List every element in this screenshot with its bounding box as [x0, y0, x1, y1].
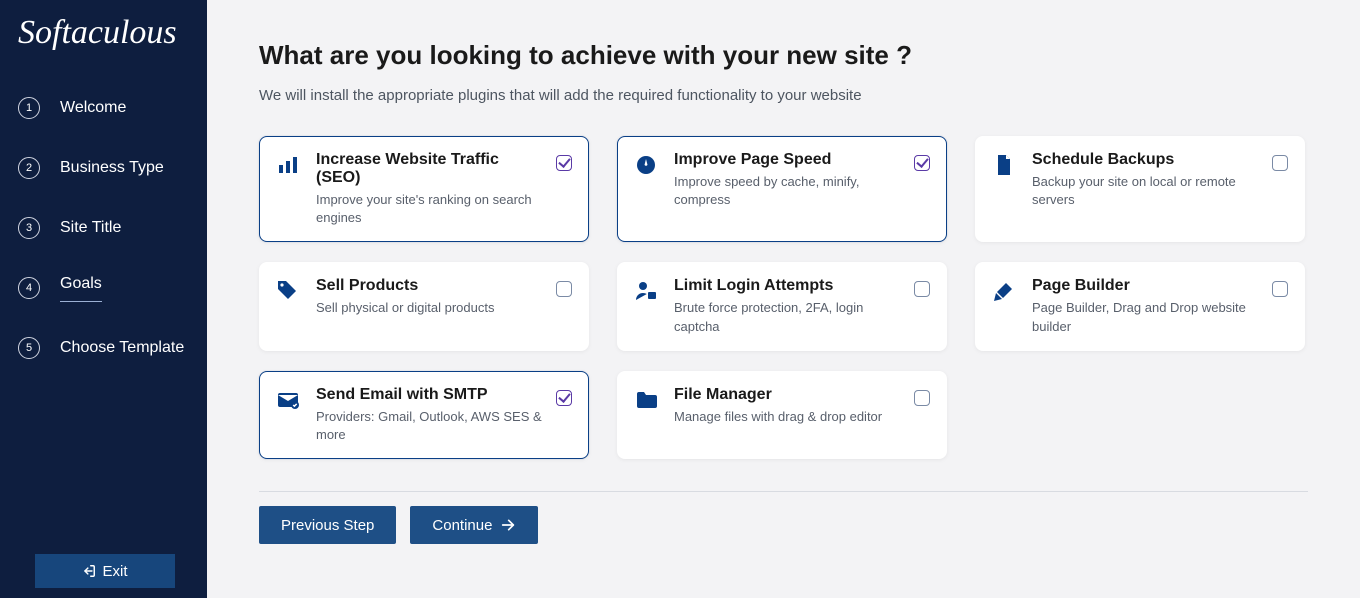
- goal-card-body: Page Builder Page Builder, Drag and Drop …: [1032, 277, 1258, 335]
- step-label: Business Type: [60, 159, 164, 177]
- step-number-badge: 2: [18, 157, 40, 179]
- goal-card-checkbox[interactable]: [914, 390, 930, 406]
- step-number-badge: 1: [18, 97, 40, 119]
- goal-card-builder[interactable]: Page Builder Page Builder, Drag and Drop …: [975, 262, 1305, 350]
- goal-card-checkbox[interactable]: [1272, 281, 1288, 297]
- user-lock-icon: [632, 277, 660, 303]
- goal-card-desc: Page Builder, Drag and Drop website buil…: [1032, 299, 1258, 335]
- goal-card-checkbox[interactable]: [1272, 155, 1288, 171]
- arrow-right-icon: [500, 517, 516, 533]
- divider: [259, 491, 1308, 492]
- brush-icon: [990, 277, 1018, 303]
- sidebar-step-choose-template[interactable]: 5 Choose Template: [0, 318, 207, 378]
- goal-card-desc: Backup your site on local or remote serv…: [1032, 173, 1258, 209]
- main-panel: What are you looking to achieve with you…: [207, 0, 1360, 598]
- gauge-icon: [632, 151, 660, 177]
- goal-card-title: Limit Login Attempts: [674, 277, 900, 295]
- step-number-badge: 3: [18, 217, 40, 239]
- goal-card-title: Increase Website Traffic (SEO): [316, 151, 542, 187]
- sidebar-step-business-type[interactable]: 2 Business Type: [0, 138, 207, 198]
- goal-card-body: Increase Website Traffic (SEO) Improve yo…: [316, 151, 542, 227]
- goal-card-title: Improve Page Speed: [674, 151, 900, 169]
- goal-card-checkbox[interactable]: [556, 390, 572, 406]
- exit-icon: [82, 564, 96, 578]
- goal-card-desc: Sell physical or digital products: [316, 299, 542, 317]
- tag-icon: [274, 277, 302, 303]
- goal-card-title: Page Builder: [1032, 277, 1258, 295]
- goal-card-checkbox[interactable]: [556, 281, 572, 297]
- goal-card-desc: Brute force protection, 2FA, login captc…: [674, 299, 900, 335]
- goal-card-smtp[interactable]: Send Email with SMTP Providers: Gmail, Ou…: [259, 371, 589, 459]
- exit-label: Exit: [102, 563, 127, 580]
- folder-icon: [632, 386, 660, 412]
- goal-card-checkbox[interactable]: [556, 155, 572, 171]
- previous-step-button[interactable]: Previous Step: [259, 506, 396, 544]
- goal-card-checkbox[interactable]: [914, 281, 930, 297]
- brand-logo: Softaculous: [0, 0, 207, 78]
- goals-grid: Increase Website Traffic (SEO) Improve yo…: [259, 136, 1308, 459]
- sidebar-step-welcome[interactable]: 1 Welcome: [0, 78, 207, 138]
- page-title: What are you looking to achieve with you…: [259, 40, 1308, 71]
- goal-card-desc: Providers: Gmail, Outlook, AWS SES & mor…: [316, 408, 542, 444]
- envelope-icon: [274, 386, 302, 412]
- page-subtitle: We will install the appropriate plugins …: [259, 87, 1308, 104]
- goal-card-body: Schedule Backups Backup your site on loca…: [1032, 151, 1258, 209]
- file-icon: [990, 151, 1018, 177]
- sidebar-step-site-title[interactable]: 3 Site Title: [0, 198, 207, 258]
- goal-card-body: File Manager Manage files with drag & dro…: [674, 386, 900, 426]
- goal-card-body: Sell Products Sell physical or digital pr…: [316, 277, 542, 317]
- continue-button[interactable]: Continue: [410, 506, 538, 544]
- goal-card-sell[interactable]: Sell Products Sell physical or digital pr…: [259, 262, 589, 350]
- step-list: 1 Welcome 2 Business Type 3 Site Title 4 Goals 5…: [0, 78, 207, 378]
- step-label: Welcome: [60, 99, 126, 117]
- goal-card-login[interactable]: Limit Login Attempts Brute force protecti…: [617, 262, 947, 350]
- goal-card-backup[interactable]: Schedule Backups Backup your site on loca…: [975, 136, 1305, 242]
- sidebar: Softaculous 1 Welcome 2 Business Type 3 Site …: [0, 0, 207, 598]
- goal-card-body: Send Email with SMTP Providers: Gmail, Ou…: [316, 386, 542, 444]
- goal-card-title: Sell Products: [316, 277, 542, 295]
- goal-card-speed[interactable]: Improve Page Speed Improve speed by cache…: [617, 136, 947, 242]
- goal-card-desc: Manage files with drag & drop editor: [674, 408, 900, 426]
- goal-card-title: Send Email with SMTP: [316, 386, 542, 404]
- previous-step-label: Previous Step: [281, 517, 374, 534]
- step-number-badge: 5: [18, 337, 40, 359]
- exit-button[interactable]: Exit: [35, 554, 175, 588]
- goal-card-checkbox[interactable]: [914, 155, 930, 171]
- goal-card-desc: Improve your site's ranking on search en…: [316, 191, 542, 227]
- goal-card-filemgr[interactable]: File Manager Manage files with drag & dro…: [617, 371, 947, 459]
- goal-card-title: Schedule Backups: [1032, 151, 1258, 169]
- step-label: Site Title: [60, 219, 121, 237]
- goal-card-body: Improve Page Speed Improve speed by cache…: [674, 151, 900, 209]
- goal-card-desc: Improve speed by cache, minify, compress: [674, 173, 900, 209]
- continue-label: Continue: [432, 517, 492, 534]
- step-label: Goals: [60, 275, 102, 302]
- goal-card-title: File Manager: [674, 386, 900, 404]
- step-number-badge: 4: [18, 277, 40, 299]
- chart-bar-icon: [274, 151, 302, 177]
- goal-card-seo[interactable]: Increase Website Traffic (SEO) Improve yo…: [259, 136, 589, 242]
- sidebar-step-goals[interactable]: 4 Goals: [0, 258, 207, 318]
- footer-buttons: Previous Step Continue: [259, 506, 1308, 544]
- step-label: Choose Template: [60, 339, 184, 357]
- goal-card-body: Limit Login Attempts Brute force protecti…: [674, 277, 900, 335]
